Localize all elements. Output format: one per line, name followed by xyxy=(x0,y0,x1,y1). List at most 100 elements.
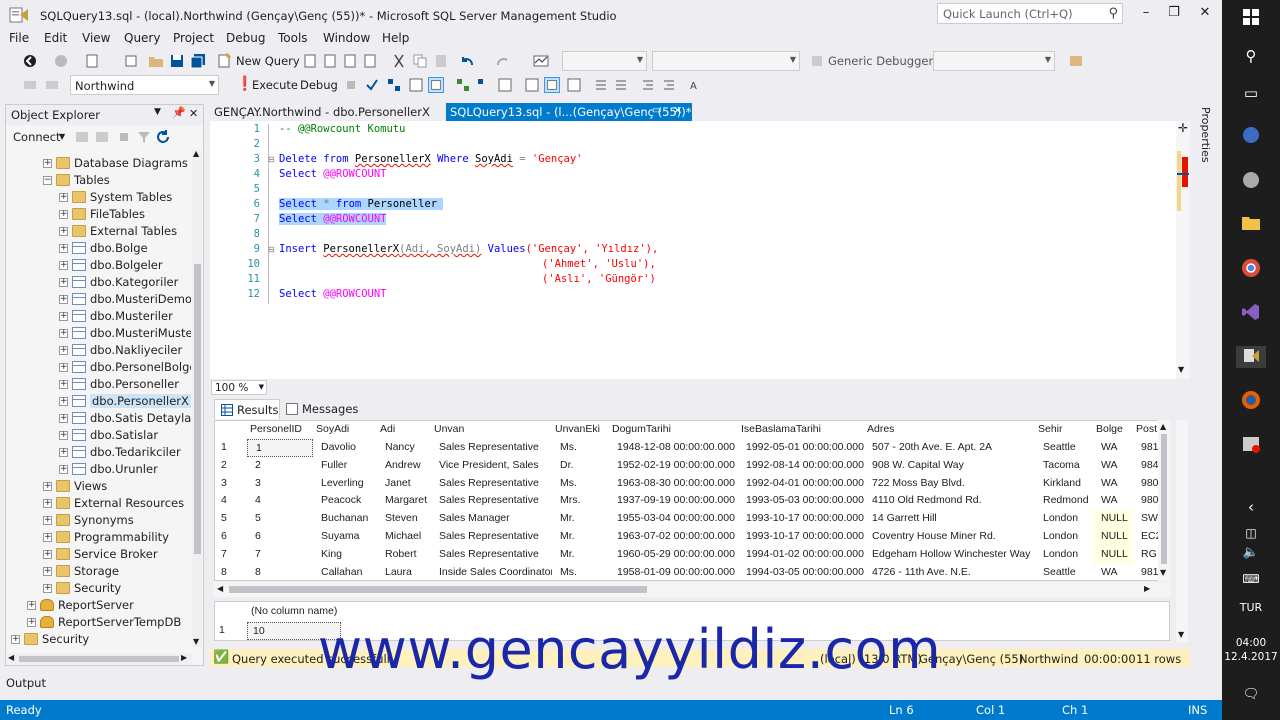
undo-icon[interactable] xyxy=(460,53,476,69)
scroll-thumb[interactable] xyxy=(194,264,201,554)
activity-monitor-icon[interactable] xyxy=(533,53,549,69)
menu-edit[interactable]: Edit xyxy=(44,31,67,45)
table-cell[interactable]: Dr. xyxy=(552,457,609,475)
tree-item[interactable]: + Views xyxy=(6,479,191,496)
table-cell[interactable]: 1994-03-05 00:00:00.000 xyxy=(738,564,864,580)
tree-item[interactable]: + Database Diagrams xyxy=(6,156,191,173)
table-cell[interactable]: Mrs. xyxy=(552,492,609,510)
table-cell[interactable]: 14 Garrett Hill xyxy=(864,510,1035,528)
table-cell[interactable]: Mr. xyxy=(552,546,609,564)
table-cell[interactable]: 8 xyxy=(247,564,313,580)
expand-icon[interactable]: + xyxy=(43,584,52,593)
connect-icon[interactable] xyxy=(22,77,38,93)
table-cell[interactable]: London xyxy=(1035,528,1093,546)
table-cell[interactable]: Ms. xyxy=(552,439,609,457)
zoom-level-dropdown[interactable]: 100 % ▼ xyxy=(211,380,267,395)
file-explorer-icon[interactable] xyxy=(1240,213,1262,235)
volume-icon[interactable]: 🔈 xyxy=(1240,542,1262,564)
table-cell[interactable]: King xyxy=(313,546,377,564)
chrome-icon[interactable] xyxy=(1240,258,1262,280)
table-cell[interactable]: WA xyxy=(1093,564,1133,580)
filter-icon[interactable] xyxy=(136,129,152,145)
query-editor[interactable]: 1 2 3 4 5 6 7 8 9 10 11 12 ⊟ ⊟ -- @@Rowc… xyxy=(210,121,1190,379)
expand-icon[interactable]: + xyxy=(59,414,68,423)
scroll-up-icon[interactable]: ▲ xyxy=(1160,422,1166,431)
expand-icon[interactable]: + xyxy=(59,397,68,406)
chevron-left-icon[interactable]: ‹ xyxy=(1240,496,1262,518)
expand-icon[interactable]: + xyxy=(43,567,52,576)
table-cell[interactable]: 1993-10-17 00:00:00.000 xyxy=(738,510,864,528)
table-cell[interactable]: 1960-05-29 00:00:00.000 xyxy=(609,546,738,564)
properties-window-icon[interactable] xyxy=(1068,53,1084,69)
minimize-button[interactable]: – xyxy=(1132,4,1160,24)
table-cell[interactable]: 2 xyxy=(247,457,313,475)
open-file-icon[interactable] xyxy=(148,53,164,69)
table-cell[interactable]: NULL xyxy=(1093,528,1133,546)
save-icon[interactable] xyxy=(169,53,185,69)
table-cell[interactable]: 1992-08-14 00:00:00.000 xyxy=(738,457,864,475)
include-plan-icon[interactable] xyxy=(455,77,471,93)
table-cell[interactable]: 1948-12-08 00:00:00.000 xyxy=(609,439,738,457)
table-cell[interactable]: WA xyxy=(1093,457,1133,475)
decrease-indent-icon[interactable] xyxy=(640,77,656,93)
tree-vertical-scrollbar[interactable]: ▲ ▼ xyxy=(192,149,202,647)
search-icon[interactable]: ⚲ xyxy=(1240,45,1262,67)
tree-item[interactable]: + dbo.Bolge xyxy=(6,241,191,258)
table-cell[interactable]: 1952-02-19 00:00:00.000 xyxy=(609,457,738,475)
column-header[interactable]: DogumTarihi xyxy=(609,421,738,439)
maximize-button[interactable]: ❐ xyxy=(1160,4,1188,24)
scroll-thumb[interactable] xyxy=(229,586,647,593)
tree-item[interactable]: + dbo.MusteriDemog xyxy=(6,292,191,309)
table-cell[interactable]: Tacoma xyxy=(1035,457,1093,475)
table-cell[interactable]: Robert xyxy=(377,546,431,564)
copy-icon[interactable] xyxy=(412,53,428,69)
uncomment-icon[interactable] xyxy=(613,77,629,93)
scroll-down-icon[interactable]: ▼ xyxy=(193,637,199,646)
table-cell[interactable]: Sales Representative xyxy=(431,492,552,510)
tree-item[interactable]: + dbo.Bolgeler xyxy=(6,258,191,275)
specify-values-icon[interactable]: A xyxy=(689,77,705,93)
connect-button[interactable]: Connect xyxy=(13,130,61,144)
table-cell[interactable]: Mr. xyxy=(552,528,609,546)
table-cell[interactable]: Michael xyxy=(377,528,431,546)
query-icon[interactable] xyxy=(302,53,318,69)
scroll-right-icon[interactable]: ▶ xyxy=(1144,584,1150,593)
expand-icon[interactable]: + xyxy=(59,261,68,270)
table-cell[interactable]: 507 - 20th Ave. E. Apt. 2A xyxy=(864,439,1035,457)
table-cell[interactable]: 4 xyxy=(247,492,313,510)
table-cell[interactable]: Fuller xyxy=(313,457,377,475)
windows-start-icon[interactable] xyxy=(1240,8,1262,30)
table-cell[interactable]: Margaret xyxy=(377,492,431,510)
tree-item[interactable]: + dbo.Nakliyeciler xyxy=(6,343,191,360)
generic-debugger-button[interactable]: Generic Debugger xyxy=(828,54,933,68)
tree-item[interactable]: + Security xyxy=(6,632,191,649)
table-cell[interactable]: Sales Manager xyxy=(431,510,552,528)
scroll-right-icon[interactable]: ▶ xyxy=(181,653,187,662)
table-cell[interactable]: NULL xyxy=(1093,545,1133,564)
tree-item[interactable]: + dbo.PersonelBolgel xyxy=(6,360,191,377)
close-window-button[interactable]: ✕ xyxy=(1191,4,1219,24)
xmla-query-icon[interactable] xyxy=(362,53,378,69)
table-cell[interactable]: Sales Representative xyxy=(431,439,552,457)
tree-item[interactable]: + dbo.Kategoriler xyxy=(6,275,191,292)
tree-item[interactable]: + FileTables xyxy=(6,207,191,224)
network-icon[interactable]: ◫ xyxy=(1240,522,1262,544)
column-header[interactable]: Sehir xyxy=(1035,421,1093,439)
column-header[interactable]: Adi xyxy=(377,421,431,439)
scroll-down-icon[interactable]: ▼ xyxy=(1160,568,1166,577)
tree-item[interactable]: + External Tables xyxy=(6,224,191,241)
expand-icon[interactable]: + xyxy=(59,193,68,202)
scroll-thumb[interactable] xyxy=(19,656,179,662)
tree-item[interactable]: − Tables xyxy=(6,173,191,190)
tab-results[interactable]: Results xyxy=(214,399,280,419)
table-cell[interactable]: Edgeham Hollow Winchester Way xyxy=(864,546,1035,564)
quick-launch-input[interactable]: Quick Launch (Ctrl+Q) ⚲ xyxy=(937,3,1123,24)
tree-item[interactable]: + dbo.Tedarikciler xyxy=(6,445,191,462)
disconnect-icon[interactable] xyxy=(44,77,60,93)
tree-item[interactable]: + Storage xyxy=(6,564,191,581)
tree-item[interactable]: + dbo.Satis Detaylari xyxy=(6,411,191,428)
table-cell[interactable]: 5 xyxy=(247,510,313,528)
expand-icon[interactable]: + xyxy=(59,295,68,304)
expand-icon[interactable]: + xyxy=(59,448,68,457)
table-cell[interactable]: WA xyxy=(1093,475,1133,493)
